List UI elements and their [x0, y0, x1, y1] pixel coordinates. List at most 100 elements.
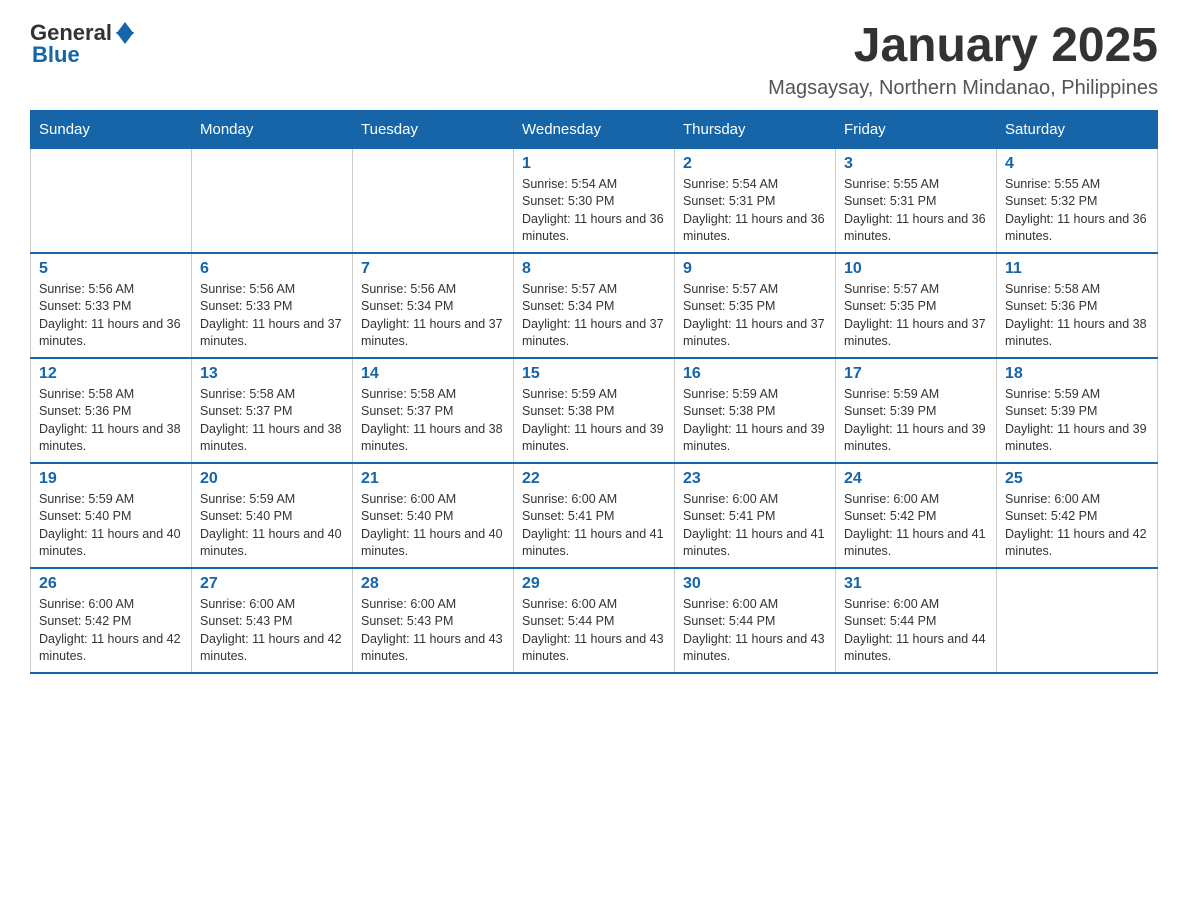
day-number-17: 17 [844, 365, 988, 383]
week-row-2: 5Sunrise: 5:56 AM Sunset: 5:33 PM Daylig… [31, 253, 1158, 358]
day-cell-31: 31Sunrise: 6:00 AM Sunset: 5:44 PM Dayli… [836, 568, 997, 673]
day-info-22: Sunrise: 6:00 AM Sunset: 5:41 PM Dayligh… [522, 491, 666, 561]
day-cell-25: 25 Sunrise: 6:00 AM Sunset: 5:42 PM Dayli… [997, 463, 1158, 568]
day-info-18: Sunrise: 5:59 AM Sunset: 5:39 PM Dayligh… [1005, 386, 1149, 456]
day-cell-27: 27 Sunrise: 6:00 AM Sunset: 5:43 PM Dayli… [192, 568, 353, 673]
day-number-28: 28 [361, 575, 505, 593]
logo-content: General Blue [30, 20, 134, 68]
header-saturday: Saturday [997, 110, 1158, 148]
day-number-20: 20 [200, 470, 344, 488]
day-cell-5: 5Sunrise: 5:56 AM Sunset: 5:33 PM Daylig… [31, 253, 192, 358]
day-number-13: 13 [200, 365, 344, 383]
day-cell-16: 16 Sunrise: 5:59 AM Sunset: 5:38 PM Dayli… [675, 358, 836, 463]
day-info-29: Sunrise: 6:00 AM Sunset: 5:44 PM Dayligh… [522, 596, 666, 666]
day-number-15: 15 [522, 365, 666, 383]
day-info-20: Sunrise: 5:59 AM Sunset: 5:40 PM Dayligh… [200, 491, 344, 561]
day-number-2: 2 [683, 155, 827, 173]
day-number-7: 7 [361, 260, 505, 278]
day-number-29: 29 [522, 575, 666, 593]
day-number-4: 4 [1005, 155, 1149, 173]
day-cell-12: 12Sunrise: 5:58 AM Sunset: 5:36 PM Dayli… [31, 358, 192, 463]
day-info-10: Sunrise: 5:57 AM Sunset: 5:35 PM Dayligh… [844, 281, 988, 351]
main-title: January 2025 [768, 20, 1158, 73]
day-info-15: Sunrise: 5:59 AM Sunset: 5:38 PM Dayligh… [522, 386, 666, 456]
calendar-header: SundayMondayTuesdayWednesdayThursdayFrid… [31, 110, 1158, 148]
day-number-9: 9 [683, 260, 827, 278]
header-tuesday: Tuesday [353, 110, 514, 148]
day-cell-1: 1 Sunrise: 5:54 AM Sunset: 5:30 PM Daylig… [514, 148, 675, 253]
day-cell-11: 11 Sunrise: 5:58 AM Sunset: 5:36 PM Dayli… [997, 253, 1158, 358]
day-number-16: 16 [683, 365, 827, 383]
day-info-8: Sunrise: 5:57 AM Sunset: 5:34 PM Dayligh… [522, 281, 666, 351]
empty-cell [353, 148, 514, 253]
empty-cell [997, 568, 1158, 673]
day-info-26: Sunrise: 6:00 AM Sunset: 5:42 PM Dayligh… [39, 596, 183, 666]
day-info-6: Sunrise: 5:56 AM Sunset: 5:33 PM Dayligh… [200, 281, 344, 351]
day-info-9: Sunrise: 5:57 AM Sunset: 5:35 PM Dayligh… [683, 281, 827, 351]
day-cell-29: 29 Sunrise: 6:00 AM Sunset: 5:44 PM Dayli… [514, 568, 675, 673]
week-row-4: 19 Sunrise: 5:59 AM Sunset: 5:40 PM Dayli… [31, 463, 1158, 568]
day-number-1: 1 [522, 155, 666, 173]
week-row-1: 1 Sunrise: 5:54 AM Sunset: 5:30 PM Daylig… [31, 148, 1158, 253]
calendar-body: 1 Sunrise: 5:54 AM Sunset: 5:30 PM Daylig… [31, 148, 1158, 673]
day-info-27: Sunrise: 6:00 AM Sunset: 5:43 PM Dayligh… [200, 596, 344, 666]
header-friday: Friday [836, 110, 997, 148]
header-wednesday: Wednesday [514, 110, 675, 148]
day-cell-13: 13 Sunrise: 5:58 AM Sunset: 5:37 PM Dayli… [192, 358, 353, 463]
calendar: SundayMondayTuesdayWednesdayThursdayFrid… [30, 110, 1158, 674]
day-cell-2: 2 Sunrise: 5:54 AM Sunset: 5:31 PM Daylig… [675, 148, 836, 253]
day-cell-23: 23 Sunrise: 6:00 AM Sunset: 5:41 PM Dayli… [675, 463, 836, 568]
header-sunday: Sunday [31, 110, 192, 148]
day-info-17: Sunrise: 5:59 AM Sunset: 5:39 PM Dayligh… [844, 386, 988, 456]
day-info-7: Sunrise: 5:56 AM Sunset: 5:34 PM Dayligh… [361, 281, 505, 351]
header-thursday: Thursday [675, 110, 836, 148]
day-info-13: Sunrise: 5:58 AM Sunset: 5:37 PM Dayligh… [200, 386, 344, 456]
day-cell-3: 3Sunrise: 5:55 AM Sunset: 5:31 PM Daylig… [836, 148, 997, 253]
empty-cell [192, 148, 353, 253]
day-number-11: 11 [1005, 260, 1149, 278]
day-number-19: 19 [39, 470, 183, 488]
day-info-4: Sunrise: 5:55 AM Sunset: 5:32 PM Dayligh… [1005, 176, 1149, 246]
day-number-23: 23 [683, 470, 827, 488]
day-cell-30: 30Sunrise: 6:00 AM Sunset: 5:44 PM Dayli… [675, 568, 836, 673]
day-number-27: 27 [200, 575, 344, 593]
day-cell-18: 18 Sunrise: 5:59 AM Sunset: 5:39 PM Dayli… [997, 358, 1158, 463]
day-info-2: Sunrise: 5:54 AM Sunset: 5:31 PM Dayligh… [683, 176, 827, 246]
day-number-14: 14 [361, 365, 505, 383]
day-info-21: Sunrise: 6:00 AM Sunset: 5:40 PM Dayligh… [361, 491, 505, 561]
subtitle: Magsaysay, Northern Mindanao, Philippine… [768, 77, 1158, 100]
day-number-26: 26 [39, 575, 183, 593]
title-area: January 2025 Magsaysay, Northern Mindana… [768, 20, 1158, 100]
day-number-8: 8 [522, 260, 666, 278]
day-info-25: Sunrise: 6:00 AM Sunset: 5:42 PM Dayligh… [1005, 491, 1149, 561]
day-number-30: 30 [683, 575, 827, 593]
header-monday: Monday [192, 110, 353, 148]
day-number-24: 24 [844, 470, 988, 488]
day-info-12: Sunrise: 5:58 AM Sunset: 5:36 PM Dayligh… [39, 386, 183, 456]
day-info-11: Sunrise: 5:58 AM Sunset: 5:36 PM Dayligh… [1005, 281, 1149, 351]
day-info-31: Sunrise: 6:00 AM Sunset: 5:44 PM Dayligh… [844, 596, 988, 666]
logo: General Blue [30, 20, 134, 68]
day-number-18: 18 [1005, 365, 1149, 383]
day-cell-14: 14 Sunrise: 5:58 AM Sunset: 5:37 PM Dayli… [353, 358, 514, 463]
day-number-10: 10 [844, 260, 988, 278]
day-info-24: Sunrise: 6:00 AM Sunset: 5:42 PM Dayligh… [844, 491, 988, 561]
day-number-25: 25 [1005, 470, 1149, 488]
day-number-3: 3 [844, 155, 988, 173]
day-cell-28: 28Sunrise: 6:00 AM Sunset: 5:43 PM Dayli… [353, 568, 514, 673]
day-info-1: Sunrise: 5:54 AM Sunset: 5:30 PM Dayligh… [522, 176, 666, 246]
day-info-16: Sunrise: 5:59 AM Sunset: 5:38 PM Dayligh… [683, 386, 827, 456]
day-number-21: 21 [361, 470, 505, 488]
week-row-5: 26 Sunrise: 6:00 AM Sunset: 5:42 PM Dayli… [31, 568, 1158, 673]
day-info-5: Sunrise: 5:56 AM Sunset: 5:33 PM Dayligh… [39, 281, 183, 351]
day-info-14: Sunrise: 5:58 AM Sunset: 5:37 PM Dayligh… [361, 386, 505, 456]
day-cell-26: 26 Sunrise: 6:00 AM Sunset: 5:42 PM Dayli… [31, 568, 192, 673]
day-info-19: Sunrise: 5:59 AM Sunset: 5:40 PM Dayligh… [39, 491, 183, 561]
day-cell-22: 22Sunrise: 6:00 AM Sunset: 5:41 PM Dayli… [514, 463, 675, 568]
day-info-23: Sunrise: 6:00 AM Sunset: 5:41 PM Dayligh… [683, 491, 827, 561]
day-cell-19: 19 Sunrise: 5:59 AM Sunset: 5:40 PM Dayli… [31, 463, 192, 568]
week-row-3: 12Sunrise: 5:58 AM Sunset: 5:36 PM Dayli… [31, 358, 1158, 463]
day-number-6: 6 [200, 260, 344, 278]
header: General Blue January 2025 Magsaysay, Nor… [30, 20, 1158, 100]
day-cell-24: 24 Sunrise: 6:00 AM Sunset: 5:42 PM Dayli… [836, 463, 997, 568]
